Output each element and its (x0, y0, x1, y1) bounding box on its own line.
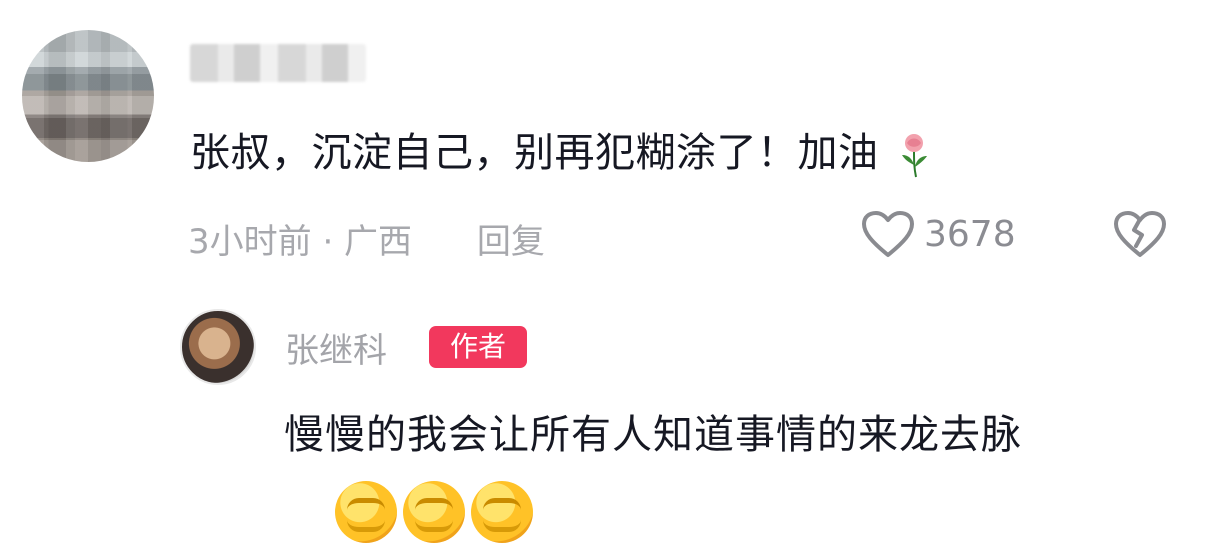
fist-emoji-icon (335, 481, 397, 543)
comment-text-content: 张叔，沉淀自己，别再犯糊涂了！加油 (190, 130, 879, 176)
like-button[interactable]: 3678 (860, 208, 1016, 260)
comment-meta: 3小时前 · 广西 回复 (188, 214, 545, 263)
broken-heart-icon[interactable] (1112, 208, 1168, 260)
fist-emoji-icon (403, 481, 465, 543)
heart-outline-icon (862, 211, 914, 257)
comment-time-location: 3小时前 · 广西 (188, 222, 413, 262)
rose-emoji-icon (901, 134, 927, 178)
comment-text: 张叔，沉淀自己，别再犯糊涂了！加油 (190, 120, 932, 179)
reply-text: 慢慢的我会让所有人知道事情的来龙去脉 (284, 412, 1022, 458)
reply-button[interactable]: 回复 (477, 222, 545, 262)
reply-author-name[interactable]: 张继科 (285, 323, 387, 372)
comment-avatar[interactable] (22, 30, 154, 162)
like-count: 3678 (924, 213, 1016, 255)
reply-emoji-row (335, 481, 533, 543)
author-badge: 作者 (429, 326, 527, 368)
reply-avatar[interactable] (180, 309, 256, 385)
fist-emoji-icon (471, 481, 533, 543)
blurred-commenter-name (190, 44, 366, 82)
